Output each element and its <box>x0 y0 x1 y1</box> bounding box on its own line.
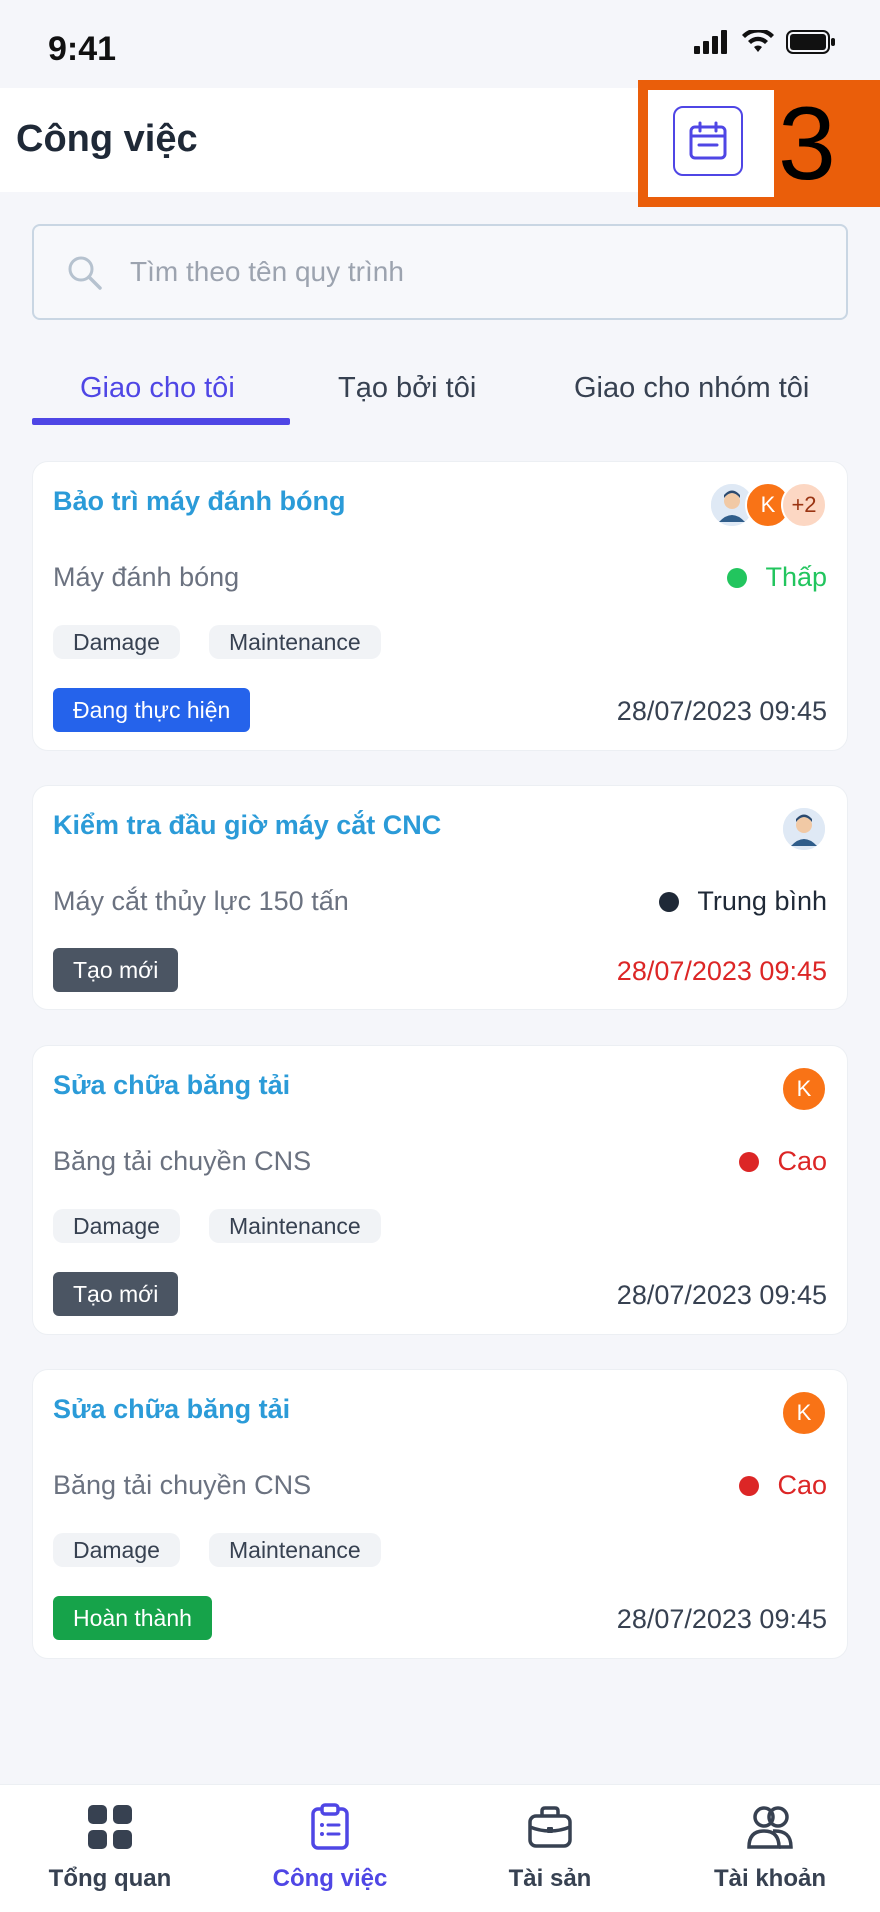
priority-label: Trung bình <box>697 886 827 916</box>
task-tabs: Giao cho tôi Tạo bởi tôi Giao cho nhóm t… <box>32 360 848 430</box>
priority-dot <box>739 1151 760 1172</box>
bottom-navigation: Tổng quan Công việc Tài sản Tài khoản <box>0 1784 880 1912</box>
annotation-number: 3 <box>778 86 836 202</box>
status-bar: 9:41 <box>0 0 880 88</box>
avatar: K <box>781 1066 827 1112</box>
nav-item-overview[interactable]: Tổng quan <box>0 1799 220 1893</box>
priority-label: Cao <box>777 1146 827 1176</box>
wifi-icon <box>742 30 774 52</box>
tab-created-by-me[interactable]: Tạo bởi tôi <box>338 372 476 405</box>
status-icons <box>694 30 836 54</box>
nav-label: Công việc <box>272 1865 388 1892</box>
priority-indicator: Trung bình <box>659 886 827 917</box>
tag: Damage <box>53 625 180 659</box>
search-icon <box>68 256 102 290</box>
task-asset: Máy cắt thủy lực 150 tấn <box>53 886 349 916</box>
task-card[interactable]: Bảo trì máy đánh bóng K +2 Máy đánh bóng… <box>32 461 848 751</box>
task-asset: Băng tải chuyền CNS <box>53 1470 312 1500</box>
nav-item-account[interactable]: Tài khoản <box>660 1799 880 1893</box>
task-title[interactable]: Sửa chữa băng tải <box>53 1070 290 1101</box>
users-icon <box>747 1806 793 1849</box>
clipboard-icon <box>311 1803 349 1850</box>
task-date: 28/07/2023 09:45 <box>616 1280 827 1310</box>
priority-dot <box>739 1475 760 1496</box>
nav-item-tasks[interactable]: Công việc <box>220 1799 440 1893</box>
search-input[interactable] <box>130 226 820 318</box>
task-title[interactable]: Bảo trì máy đánh bóng <box>53 486 346 517</box>
task-asset: Máy đánh bóng <box>53 562 240 592</box>
status-badge: Hoàn thành <box>53 1596 212 1640</box>
briefcase-icon <box>528 1806 572 1848</box>
status-time: 9:41 <box>48 30 117 68</box>
task-date-overdue: 28/07/2023 09:45 <box>616 956 827 986</box>
nav-item-assets[interactable]: Tài sản <box>440 1799 660 1893</box>
priority-label: Thấp <box>765 562 827 592</box>
priority-indicator: Thấp <box>727 562 827 593</box>
status-badge: Tạo mới <box>53 1272 179 1316</box>
task-card[interactable]: Kiểm tra đầu giờ máy cắt CNC Máy cắt thủ… <box>32 785 848 1010</box>
tab-assigned-to-me[interactable]: Giao cho tôi <box>80 372 235 405</box>
priority-dot <box>659 891 680 912</box>
assignee-avatars: K +2 <box>709 482 827 528</box>
active-tab-indicator <box>32 418 290 425</box>
task-date: 28/07/2023 09:45 <box>616 1604 827 1634</box>
tag: Damage <box>53 1209 180 1243</box>
page-title: Công việc <box>16 118 198 160</box>
priority-label: Cao <box>777 1470 827 1500</box>
priority-indicator: Cao <box>739 1146 827 1177</box>
task-card[interactable]: Sửa chữa băng tải K Băng tải chuyền CNS … <box>32 1369 848 1659</box>
tag: Damage <box>53 1533 180 1567</box>
task-title[interactable]: Sửa chữa băng tải <box>53 1394 290 1425</box>
avatar: K <box>781 1390 827 1436</box>
grid-icon <box>88 1805 132 1849</box>
nav-label: Tổng quan <box>48 1865 172 1892</box>
task-card[interactable]: Sửa chữa băng tải K Băng tải chuyền CNS … <box>32 1045 848 1335</box>
calendar-button[interactable] <box>673 106 743 176</box>
avatar <box>781 806 827 852</box>
status-badge: Tạo mới <box>53 948 179 992</box>
user-photo-icon <box>783 808 825 850</box>
nav-label: Tài khoản <box>713 1865 827 1892</box>
tag: Maintenance <box>209 1533 381 1567</box>
assignee-avatars: K <box>781 1066 827 1112</box>
signal-icon <box>694 30 727 54</box>
status-badge: Đang thực hiện <box>53 688 251 732</box>
task-asset: Băng tải chuyền CNS <box>53 1146 312 1176</box>
battery-icon <box>786 30 835 54</box>
avatar-more-count: +2 <box>781 482 827 528</box>
priority-indicator: Cao <box>739 1470 827 1501</box>
calendar-icon <box>689 121 727 160</box>
tab-assigned-to-my-group[interactable]: Giao cho nhóm tôi <box>574 372 809 405</box>
task-date: 28/07/2023 09:45 <box>616 696 827 726</box>
assignee-avatars <box>781 806 827 852</box>
task-title[interactable]: Kiểm tra đầu giờ máy cắt CNC <box>53 810 441 841</box>
search-box[interactable] <box>32 224 848 320</box>
priority-dot <box>727 567 748 588</box>
tag: Maintenance <box>209 1209 381 1243</box>
assignee-avatars: K <box>781 1390 827 1436</box>
nav-label: Tài sản <box>508 1865 592 1892</box>
tag: Maintenance <box>209 625 381 659</box>
